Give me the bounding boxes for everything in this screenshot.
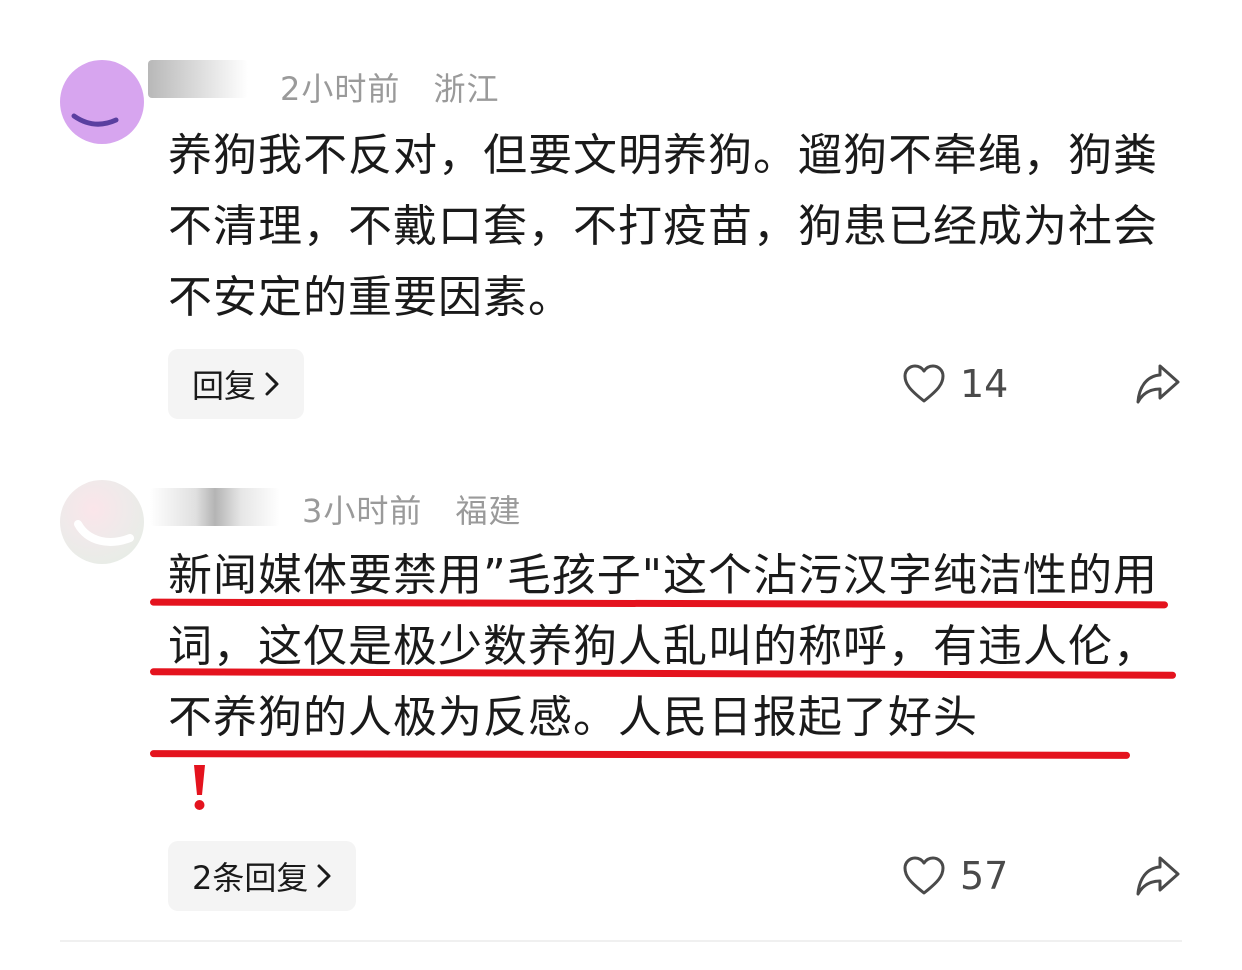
- share-arrow-icon: [1136, 856, 1180, 896]
- comment-location: 浙江: [433, 70, 500, 108]
- annotation-underline: [149, 750, 1131, 759]
- like-button[interactable]: 14: [902, 362, 1008, 406]
- like-count: 57: [960, 854, 1009, 898]
- username-redacted[interactable]: [148, 60, 248, 98]
- replies-button[interactable]: 2条回复: [168, 841, 357, 911]
- comment-text: 新闻媒体要禁用”毛孩子"这个沾污汉字纯洁性的用词，这仅是极少数养狗人乱叫的称呼，…: [168, 550, 1159, 743]
- username-redacted[interactable]: [150, 488, 280, 526]
- avatar-face-icon: [71, 113, 119, 127]
- like-count: 14: [960, 362, 1009, 406]
- chevron-right-icon: [264, 371, 280, 397]
- avatar[interactable]: [60, 60, 144, 144]
- avatar[interactable]: [60, 480, 144, 564]
- share-button[interactable]: [1134, 362, 1182, 410]
- comment-meta: 2小时前 浙江: [280, 64, 522, 110]
- heart-outline-icon: [903, 364, 945, 403]
- comment-location: 福建: [455, 492, 522, 530]
- reply-label: 回复: [192, 367, 257, 405]
- chevron-right-icon: [316, 863, 332, 889]
- avatar-image: [74, 520, 134, 546]
- divider: [60, 940, 1182, 942]
- comment-text: 养狗我不反对，但要文明养狗。遛狗不牵绳，狗粪不清理，不戴口套，不打疫苗，狗患已经…: [168, 130, 1158, 323]
- comment-meta: 3小时前 福建: [302, 486, 544, 532]
- share-button[interactable]: [1134, 854, 1182, 902]
- like-button[interactable]: 57: [902, 854, 1008, 898]
- heart-outline-icon: [903, 856, 945, 895]
- reply-button[interactable]: 回复: [168, 349, 305, 419]
- exclamation-mark-icon: [194, 765, 205, 810]
- comment-time: 2小时前: [280, 70, 401, 108]
- share-arrow-icon: [1136, 364, 1180, 404]
- comment-time: 3小时前: [302, 492, 423, 530]
- replies-label: 2条回复: [192, 859, 309, 897]
